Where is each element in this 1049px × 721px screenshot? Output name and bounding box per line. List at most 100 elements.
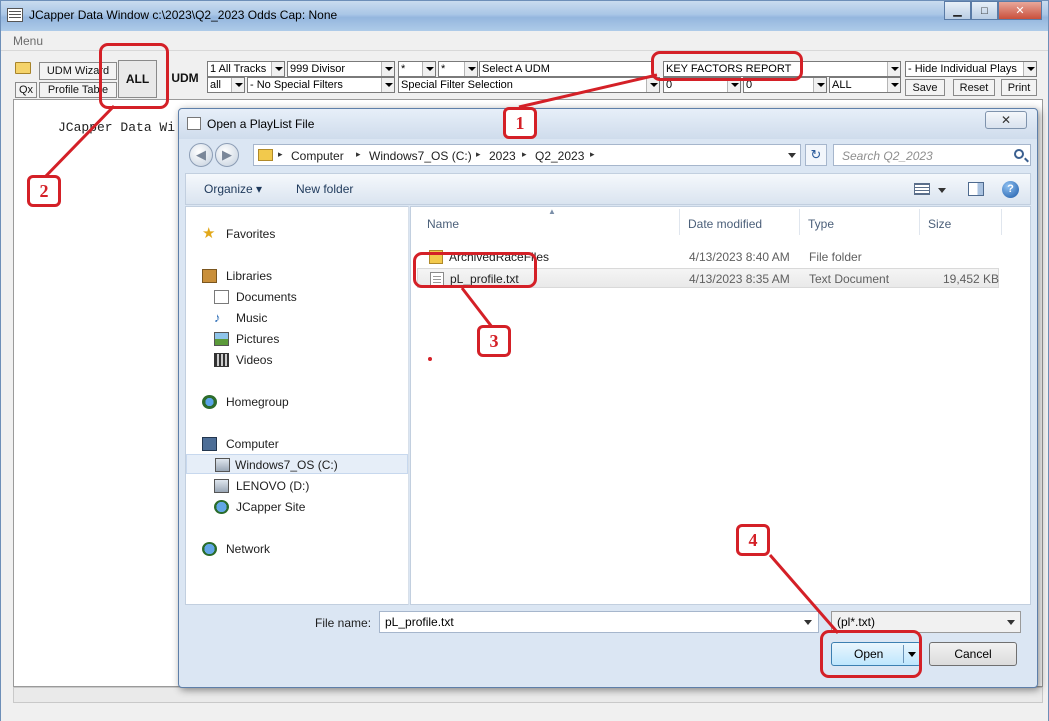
nav-item-favorites[interactable]: ★ Favorites: [186, 224, 408, 244]
dialog-close-button[interactable]: ✕: [985, 111, 1027, 129]
open-folder-icon[interactable]: [15, 62, 31, 74]
chevron-down-icon[interactable]: [804, 620, 812, 625]
file-type: Text Document: [809, 272, 890, 286]
chevron-down-icon: [887, 78, 900, 92]
forward-button[interactable]: ▶: [215, 143, 239, 167]
column-header-type[interactable]: Type: [808, 217, 834, 231]
menu-item[interactable]: Menu: [13, 34, 43, 48]
homegroup-icon: [202, 395, 217, 409]
annotation-number-3: 3: [477, 325, 511, 357]
hide-plays-combo[interactable]: - Hide Individual Plays: [905, 61, 1037, 77]
dialog-title: Open a PlayList File: [207, 117, 315, 131]
column-divider[interactable]: [679, 209, 680, 235]
help-icon[interactable]: ?: [1002, 181, 1019, 198]
chevron-down-icon: [887, 62, 900, 76]
nav-item-drive-c[interactable]: Windows7_OS (C:): [186, 454, 408, 474]
nav-item-drive-d[interactable]: LENOVO (D:): [186, 476, 408, 496]
nav-label: Pictures: [236, 332, 280, 346]
qx-button[interactable]: Qx: [15, 82, 37, 98]
cancel-button[interactable]: Cancel: [929, 642, 1017, 666]
organize-button[interactable]: Organize ▾: [204, 182, 262, 196]
nav-label: Documents: [236, 290, 297, 304]
documents-icon: [214, 290, 229, 304]
all-combo-value: all: [210, 79, 222, 91]
nav-item-homegroup[interactable]: Homegroup: [186, 392, 408, 412]
column-header-name[interactable]: Name: [427, 217, 459, 231]
column-divider[interactable]: [919, 209, 920, 235]
open-playlist-dialog: Open a PlayList File ✕ ◀ ▶ ▸ Computer ▸ …: [178, 108, 1038, 688]
nav-item-libraries[interactable]: Libraries: [186, 266, 408, 286]
chevron-down-icon[interactable]: [1007, 620, 1015, 625]
close-button[interactable]: ✕: [998, 1, 1042, 20]
nav-item-computer[interactable]: Computer: [186, 434, 408, 454]
chevron-down-icon: [1023, 62, 1036, 76]
nav-item-network[interactable]: Network: [186, 539, 408, 559]
search-placeholder: Search Q2_2023: [842, 149, 933, 163]
filter1-combo[interactable]: *: [398, 61, 436, 77]
nav-label: JCapper Site: [236, 500, 306, 514]
network-location-icon: [214, 500, 229, 514]
print-button[interactable]: Print: [1001, 79, 1037, 96]
all-caps-combo[interactable]: ALL: [829, 77, 901, 93]
nav-label: LENOVO (D:): [236, 479, 310, 493]
special-filters-combo[interactable]: - No Special Filters: [247, 77, 395, 93]
horizontal-scrollbar[interactable]: [13, 687, 1043, 703]
filter2-combo[interactable]: *: [438, 61, 478, 77]
annotation-number-4: 4: [736, 524, 770, 556]
command-bar: Organize ▾ New folder ?: [185, 173, 1031, 205]
breadcrumb-computer[interactable]: Computer: [291, 149, 344, 163]
udm-select-combo[interactable]: Select A UDM: [479, 61, 653, 77]
annotation-number-1: 1: [503, 107, 537, 139]
search-icon[interactable]: [1014, 149, 1024, 159]
udm-select-value: Select A UDM: [482, 63, 550, 75]
column-divider[interactable]: [1001, 209, 1002, 235]
file-name-label: File name:: [315, 616, 372, 630]
save-button[interactable]: Save: [905, 79, 945, 96]
tracks-combo[interactable]: 1 All Tracks: [207, 61, 285, 77]
special-filter-selection-value: Special Filter Selection: [401, 79, 513, 91]
refresh-button[interactable]: ↻: [805, 144, 827, 166]
chevron-down-icon: [381, 78, 394, 92]
column-divider[interactable]: [799, 209, 800, 235]
dialog-titlebar[interactable]: Open a PlayList File ✕: [179, 109, 1037, 139]
new-folder-button[interactable]: New folder: [296, 182, 353, 196]
file-type: File folder: [809, 250, 862, 264]
folder-icon: [258, 149, 273, 161]
nav-item-videos[interactable]: Videos: [186, 350, 408, 370]
divisor-value: 999 Divisor: [290, 63, 346, 75]
search-input[interactable]: Search Q2_2023: [833, 144, 1031, 166]
minimize-button[interactable]: ▁: [944, 1, 971, 20]
breadcrumb-2023[interactable]: 2023: [489, 149, 516, 163]
breadcrumb-q2-2023[interactable]: Q2_2023: [535, 149, 584, 163]
nav-item-pictures[interactable]: Pictures: [186, 329, 408, 349]
special-filter-selection-combo[interactable]: Special Filter Selection: [398, 77, 660, 93]
chevron-down-icon[interactable]: [788, 153, 796, 158]
chevron-down-icon[interactable]: [938, 188, 946, 193]
maximize-button[interactable]: □: [971, 1, 998, 20]
address-bar[interactable]: ▸ Computer ▸ Windows7_OS (C:) ▸ 2023 ▸ Q…: [253, 144, 801, 166]
annotation-highlight-report: [651, 51, 803, 81]
file-date: 4/13/2023 8:35 AM: [689, 272, 790, 286]
preview-pane-icon[interactable]: [968, 182, 984, 196]
view-options-icon[interactable]: [914, 183, 930, 195]
breadcrumb-separator: ▸: [278, 149, 283, 159]
nav-item-jcapper-site[interactable]: JCapper Site: [186, 497, 408, 517]
divisor-combo[interactable]: 999 Divisor: [287, 61, 395, 77]
breadcrumb-separator: ▸: [356, 149, 361, 159]
file-name-input[interactable]: pL_profile.txt: [379, 611, 819, 633]
reset-button[interactable]: Reset: [953, 79, 995, 96]
nav-item-music[interactable]: ♪ Music: [186, 308, 408, 328]
back-button[interactable]: ◀: [189, 143, 213, 167]
breadcrumb-separator: ▸: [522, 149, 527, 159]
drive-icon: [215, 458, 230, 472]
sort-ascending-icon: ▲: [548, 207, 556, 216]
nav-item-documents[interactable]: Documents: [186, 287, 408, 307]
all-combo[interactable]: all: [207, 77, 245, 93]
udm-button[interactable]: UDM: [167, 62, 203, 94]
breadcrumb-drive[interactable]: Windows7_OS (C:): [369, 149, 472, 163]
column-header-size[interactable]: Size: [928, 217, 951, 231]
network-icon: [202, 542, 217, 556]
main-titlebar[interactable]: JCapper Data Window c:\2023\Q2_2023 Odds…: [1, 1, 1048, 31]
chevron-down-icon: [464, 62, 477, 76]
column-header-date[interactable]: Date modified: [688, 217, 762, 231]
